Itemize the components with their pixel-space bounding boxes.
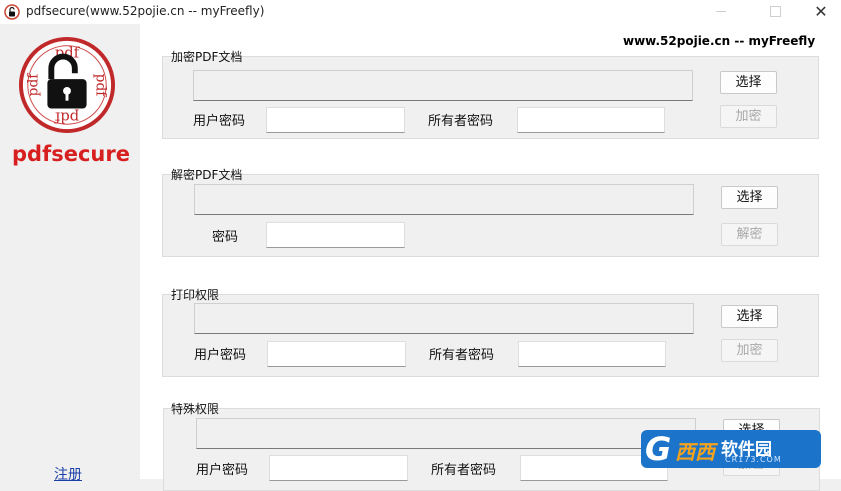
- special-path-field[interactable]: [196, 418, 696, 449]
- logo-text-left: pdf: [26, 73, 42, 97]
- window-title: pdfsecure(www.52pojie.cn -- myFreefly): [26, 4, 265, 18]
- encrypt-user-password-label: 用户密码: [193, 114, 246, 129]
- decrypt-password-input[interactable]: [266, 222, 405, 248]
- special-user-password-input[interactable]: [269, 455, 408, 481]
- title-bar: pdfsecure(www.52pojie.cn -- myFreefly) ✕: [0, 0, 841, 24]
- special-permission-title: 特殊权限: [171, 402, 220, 416]
- close-icon: ✕: [814, 2, 828, 21]
- watermark-letter: G: [645, 430, 672, 468]
- print-user-password-input[interactable]: [267, 341, 406, 367]
- app-icon: [4, 4, 20, 20]
- logo-text-bottom: pdf: [53, 108, 79, 125]
- encrypt-select-button[interactable]: 选择: [720, 71, 777, 94]
- register-link[interactable]: 注册: [54, 464, 82, 484]
- logo-text-right: pdf: [92, 74, 108, 98]
- watermark-domain: CR173.COM: [725, 455, 782, 464]
- print-encrypt-button[interactable]: 加密: [721, 339, 778, 362]
- print-select-button[interactable]: 选择: [721, 305, 778, 328]
- print-permission-title: 打印权限: [171, 288, 220, 302]
- pdf-lock-logo-icon: pdf pdf pdf pdf: [18, 36, 116, 134]
- encrypt-owner-password-label: 所有者密码: [428, 114, 494, 129]
- decrypt-path-field[interactable]: [194, 184, 694, 215]
- decrypt-button[interactable]: 解密: [721, 223, 778, 246]
- decrypt-select-button[interactable]: 选择: [721, 186, 778, 209]
- maximize-icon: [769, 6, 781, 17]
- print-owner-password-input[interactable]: [518, 341, 666, 367]
- decrypt-password-label: 密码: [212, 230, 239, 245]
- print-path-field[interactable]: [194, 303, 694, 334]
- print-owner-password-label: 所有者密码: [429, 348, 495, 363]
- watermark-name: 西西: [675, 440, 715, 464]
- website-label: www.52pojie.cn -- myFreefly: [623, 34, 816, 48]
- minimize-button[interactable]: [698, 0, 744, 24]
- special-owner-password-label: 所有者密码: [431, 463, 497, 478]
- encrypt-path-field[interactable]: [193, 70, 693, 101]
- encrypt-owner-password-input[interactable]: [517, 107, 665, 133]
- close-button[interactable]: ✕: [798, 0, 841, 24]
- encrypt-group-title: 加密PDF文档: [171, 50, 243, 64]
- decrypt-group-title: 解密PDF文档: [171, 168, 243, 182]
- maximize-button[interactable]: [752, 0, 798, 24]
- encrypt-button[interactable]: 加密: [720, 105, 777, 128]
- print-user-password-label: 用户密码: [194, 348, 247, 363]
- brand-name: pdfsecure: [12, 142, 130, 166]
- encrypt-user-password-input[interactable]: [266, 107, 405, 133]
- minimize-icon: [716, 11, 726, 12]
- special-user-password-label: 用户密码: [196, 463, 249, 478]
- site-watermark: G 西西 软件园 CR173.COM: [641, 430, 821, 468]
